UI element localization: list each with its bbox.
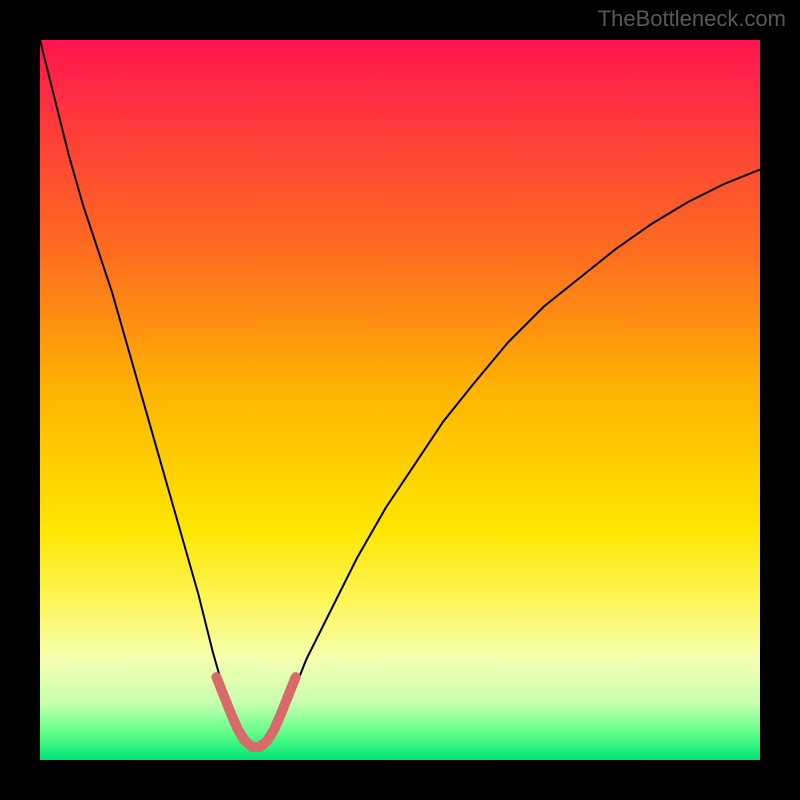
plot-area — [40, 40, 760, 760]
watermark-text: TheBottleneck.com — [598, 6, 786, 32]
chart-outer-frame: TheBottleneck.com — [0, 0, 800, 800]
gradient-background — [40, 40, 760, 760]
chart-svg — [40, 40, 760, 760]
